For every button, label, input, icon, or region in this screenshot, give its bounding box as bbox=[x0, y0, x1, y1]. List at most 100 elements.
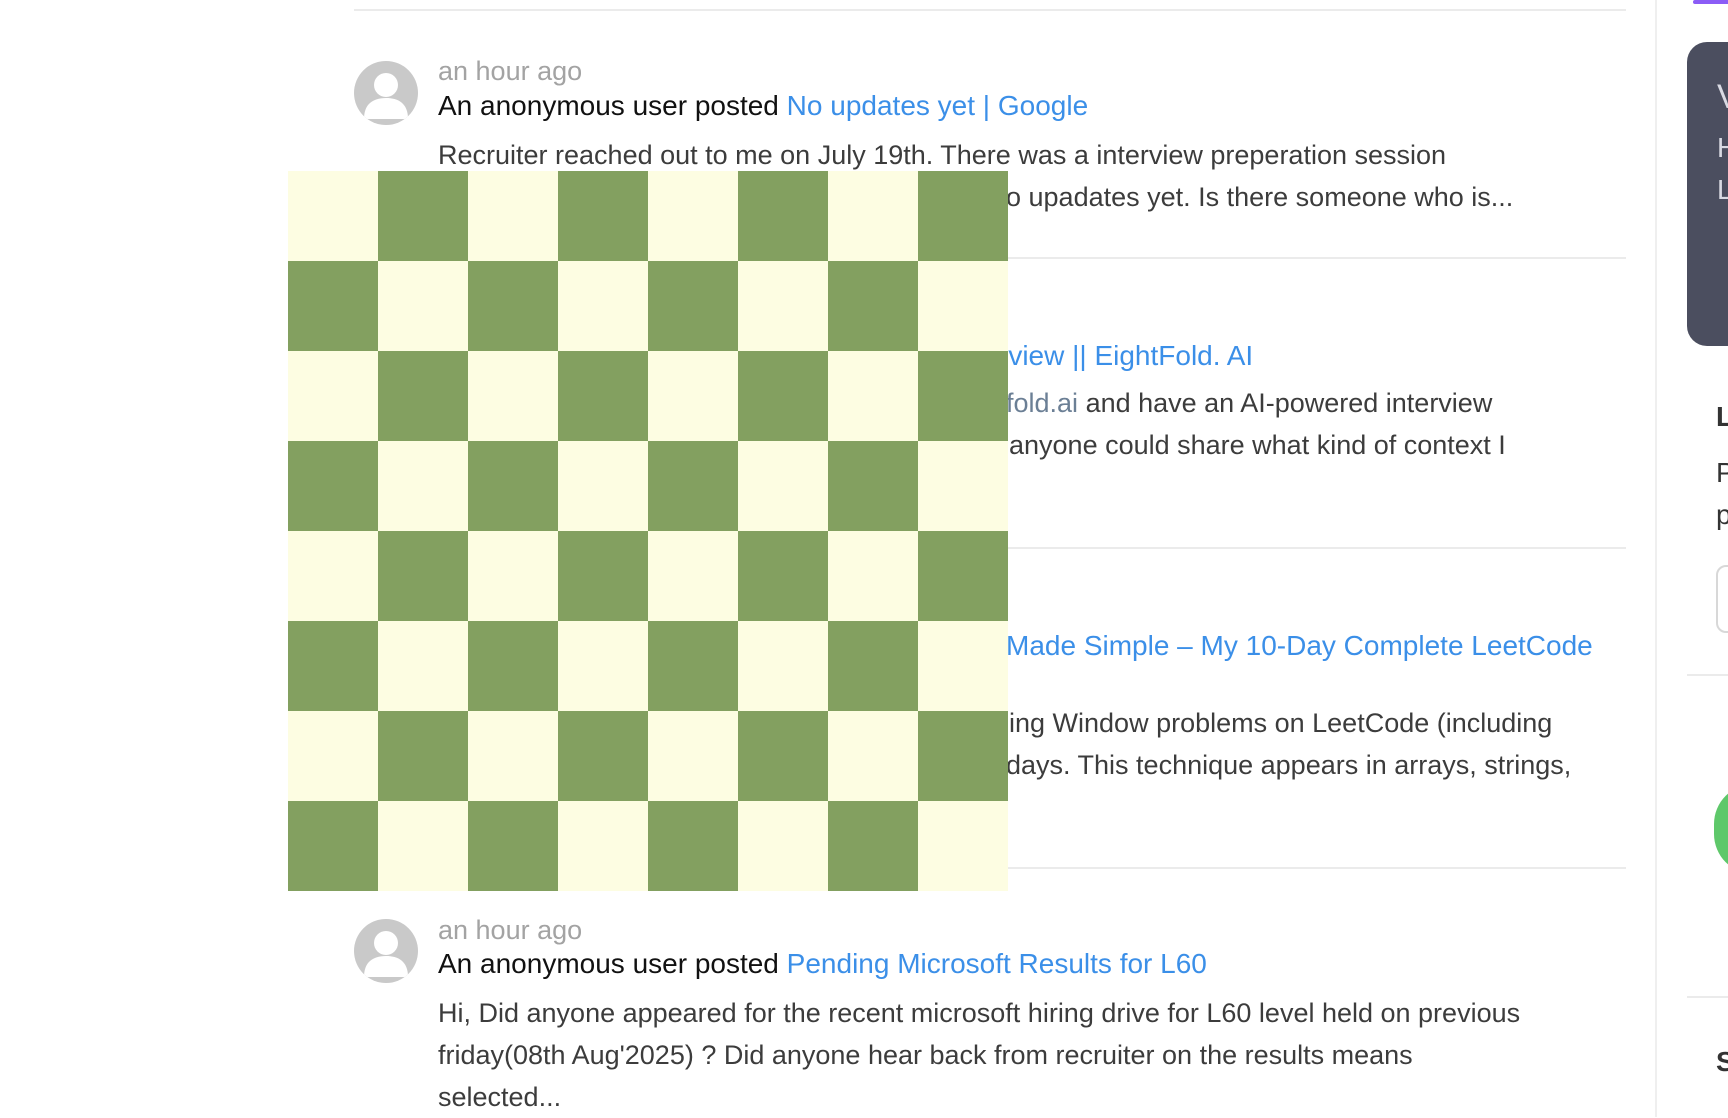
post-excerpt-line: o upadates yet. Is there someone who is.… bbox=[1006, 182, 1514, 212]
post-excerpt-line: Hi, Did anyone appeared for the recent m… bbox=[438, 998, 1521, 1028]
board-square bbox=[648, 441, 738, 531]
board-square bbox=[828, 621, 918, 711]
board-square bbox=[288, 801, 378, 891]
board-square bbox=[288, 441, 378, 531]
board-square bbox=[738, 351, 828, 441]
board-square bbox=[558, 801, 648, 891]
board-square bbox=[288, 261, 378, 351]
board-square bbox=[558, 171, 648, 261]
board-square bbox=[918, 171, 1008, 261]
board-square bbox=[468, 531, 558, 621]
board-square bbox=[558, 351, 648, 441]
board-square bbox=[918, 351, 1008, 441]
board-square bbox=[828, 441, 918, 531]
board-square bbox=[288, 711, 378, 801]
post-title-link[interactable]: No updates yet | Google bbox=[787, 90, 1088, 121]
post-excerpt[interactable]: Recruiter reached out to me on July 19th… bbox=[438, 134, 1628, 176]
board-square bbox=[288, 171, 378, 261]
board-square bbox=[378, 441, 468, 531]
post-excerpt-line: ing Window problems on LeetCode (includi… bbox=[1009, 708, 1553, 738]
board-square bbox=[468, 711, 558, 801]
post-excerpt-line: fold.ai and have an AI-powered interview bbox=[1006, 382, 1492, 424]
board-square bbox=[378, 801, 468, 891]
post-excerpt-line: selected... bbox=[438, 1082, 562, 1112]
sidebar-text: P bbox=[1716, 457, 1728, 488]
avatar[interactable] bbox=[354, 919, 418, 983]
board-square bbox=[918, 711, 1008, 801]
board-square bbox=[918, 441, 1008, 531]
promo-card-text: H bbox=[1717, 132, 1728, 163]
sidebar-text: p bbox=[1716, 499, 1728, 530]
board-square bbox=[828, 801, 918, 891]
post-excerpt-line: friday(08th Aug'2025) ? Did anyone hear … bbox=[438, 1040, 1413, 1070]
user-placeholder-icon bbox=[364, 73, 408, 119]
user-placeholder-icon bbox=[364, 931, 408, 977]
sidebar-heading: S bbox=[1716, 1046, 1728, 1077]
board-square bbox=[468, 171, 558, 261]
sidebar-heading: L bbox=[1716, 401, 1728, 432]
board-square bbox=[468, 441, 558, 531]
post-title-link[interactable]: Pending Microsoft Results for L60 bbox=[787, 948, 1207, 979]
board-square bbox=[738, 171, 828, 261]
board-square bbox=[918, 801, 1008, 891]
board-square bbox=[378, 711, 468, 801]
post-title-link[interactable]: Made Simple – My 10-Day Complete LeetCod… bbox=[1006, 630, 1593, 662]
board-square bbox=[648, 171, 738, 261]
external-link[interactable]: fold.ai bbox=[1006, 388, 1078, 418]
board-square bbox=[828, 351, 918, 441]
post-title-link[interactable]: rview || EightFold. AI bbox=[999, 340, 1253, 372]
sidebar-divider bbox=[1687, 674, 1728, 676]
board-square bbox=[558, 711, 648, 801]
avatar[interactable] bbox=[354, 61, 418, 125]
sidebar-input[interactable] bbox=[1716, 565, 1728, 633]
board-square bbox=[738, 261, 828, 351]
post-excerpt[interactable]: Hi, Did anyone appeared for the recent m… bbox=[438, 992, 1628, 1118]
board-square bbox=[648, 711, 738, 801]
board-square bbox=[558, 261, 648, 351]
board-square bbox=[648, 351, 738, 441]
board-square bbox=[288, 351, 378, 441]
post-excerpt-text: and have an AI-powered interview bbox=[1078, 388, 1493, 418]
board-square bbox=[288, 531, 378, 621]
sidebar-divider bbox=[1655, 0, 1657, 1117]
board-square bbox=[828, 171, 918, 261]
board-square bbox=[738, 441, 828, 531]
post-excerpt-line: days. This technique appears in arrays, … bbox=[1006, 750, 1572, 780]
board-square bbox=[648, 621, 738, 711]
board-square bbox=[738, 801, 828, 891]
board-square bbox=[918, 531, 1008, 621]
board-square bbox=[738, 531, 828, 621]
post-timestamp: an hour ago bbox=[438, 915, 583, 945]
post-headline: An anonymous user posted No updates yet … bbox=[438, 90, 1088, 122]
board-square bbox=[558, 531, 648, 621]
board-square bbox=[378, 261, 468, 351]
board-square bbox=[468, 801, 558, 891]
post-headline: An anonymous user posted Pending Microso… bbox=[438, 948, 1207, 980]
post-actor: An anonymous user posted bbox=[438, 948, 779, 979]
feed-top-divider bbox=[354, 9, 1626, 11]
board-square bbox=[828, 711, 918, 801]
promo-card[interactable]: V H L bbox=[1687, 42, 1728, 346]
post-excerpt-line: anyone could share what kind of context … bbox=[1009, 430, 1506, 460]
post-actor: An anonymous user posted bbox=[438, 90, 779, 121]
board-square bbox=[648, 801, 738, 891]
accent-pill bbox=[1693, 0, 1728, 4]
sidebar-divider bbox=[1687, 996, 1728, 998]
post-excerpt-line: Recruiter reached out to me on July 19th… bbox=[438, 140, 1447, 170]
promo-card-text: V bbox=[1717, 78, 1728, 117]
board-square bbox=[378, 171, 468, 261]
board-square bbox=[918, 621, 1008, 711]
board-square bbox=[378, 531, 468, 621]
board-square bbox=[468, 351, 558, 441]
board-square bbox=[828, 531, 918, 621]
board-square bbox=[648, 261, 738, 351]
board-square bbox=[738, 621, 828, 711]
status-avatar[interactable] bbox=[1714, 784, 1728, 874]
board-square bbox=[738, 711, 828, 801]
board-square bbox=[288, 621, 378, 711]
board-square bbox=[918, 261, 1008, 351]
board-square bbox=[558, 621, 648, 711]
checkerboard-overlay bbox=[288, 171, 1008, 891]
board-square bbox=[468, 621, 558, 711]
board-square bbox=[378, 621, 468, 711]
